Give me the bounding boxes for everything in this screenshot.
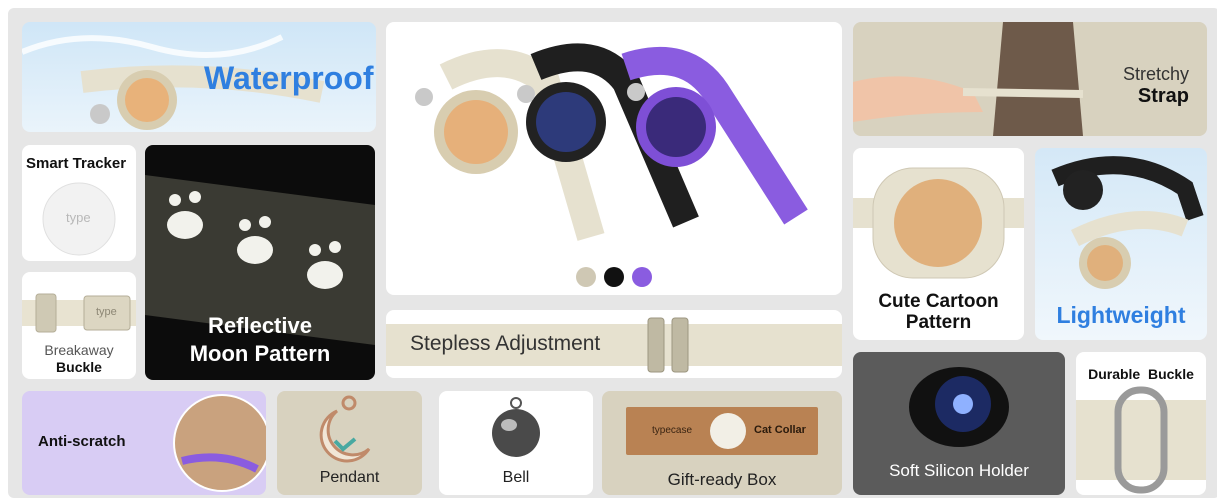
stepless-card: Stepless Adjustment — [386, 310, 842, 378]
hero-product-card — [386, 22, 842, 295]
swatch-black[interactable] — [604, 267, 624, 287]
cartoon-holder-icon — [853, 167, 1024, 279]
stepless-label: Stepless Adjustment — [410, 332, 601, 355]
cartoon-pattern-card: Cute Cartoon Pattern — [853, 148, 1024, 340]
reflective-label-line2: Moon Pattern — [189, 341, 331, 366]
reflective-card: Reflective Moon Pattern — [145, 145, 375, 380]
soft-silicon-card: Soft Silicon Holder — [853, 352, 1065, 495]
lightweight-collars-image — [1051, 156, 1204, 289]
gift-box-image: typecase Cat Collar — [626, 407, 818, 455]
tracker-brand: type — [66, 210, 91, 225]
breakaway-buckle-card: type Breakaway Buckle — [22, 272, 136, 379]
bell-label: Bell — [502, 469, 530, 486]
bell-card: Bell — [439, 391, 593, 495]
gift-box-card: typecase Cat Collar Gift-ready Box — [602, 391, 842, 495]
tracker-icon — [42, 182, 116, 256]
stretchy-strap-card: Stretchy Strap — [853, 22, 1207, 136]
breakaway-label-line2: Buckle — [56, 359, 102, 375]
pendant-card: Pendant — [277, 391, 422, 495]
swatch-cream[interactable] — [576, 267, 596, 287]
three-collars-image — [415, 43, 808, 241]
anti-scratch-cat-image — [173, 394, 266, 492]
stretchy-label-line1: Stretchy — [1122, 64, 1189, 84]
bell-icon — [492, 397, 540, 457]
stretchy-label-line2: Strap — [1137, 85, 1189, 107]
box-product-label: Cat Collar — [754, 424, 806, 436]
cartoon-label-line2: Pattern — [905, 312, 972, 333]
reflective-label-line1: Reflective — [208, 313, 312, 338]
anti-scratch-card: Anti-scratch — [22, 391, 266, 495]
pendant-label: Pendant — [319, 469, 380, 486]
smart-tracker-card: Smart Tracker type — [22, 145, 136, 261]
waterproof-label: Waterproof — [204, 60, 374, 96]
gift-box-label: Gift-ready Box — [667, 470, 777, 489]
metal-buckle-icon — [1076, 386, 1206, 494]
lightweight-label: Lightweight — [1056, 302, 1186, 328]
pendant-moon-icon — [319, 395, 371, 463]
durable-buckle-card: Durable Buckle — [1076, 352, 1206, 495]
color-swatches — [576, 267, 652, 287]
lightweight-card: Lightweight — [1035, 148, 1207, 340]
breakaway-label-line1: Breakaway — [44, 342, 114, 358]
soft-silicon-label: Soft Silicon Holder — [889, 461, 1029, 480]
cartoon-label-line1: Cute Cartoon — [878, 291, 999, 312]
silicon-holder-icon — [909, 367, 1009, 447]
swatch-purple[interactable] — [632, 267, 652, 287]
box-brand-label: typecase — [652, 425, 693, 436]
waterproof-card: Waterproof — [22, 22, 376, 132]
cat-silhouette-icon — [710, 413, 746, 449]
breakaway-buckle-icon — [22, 293, 136, 333]
buckle-brand: type — [96, 306, 117, 318]
